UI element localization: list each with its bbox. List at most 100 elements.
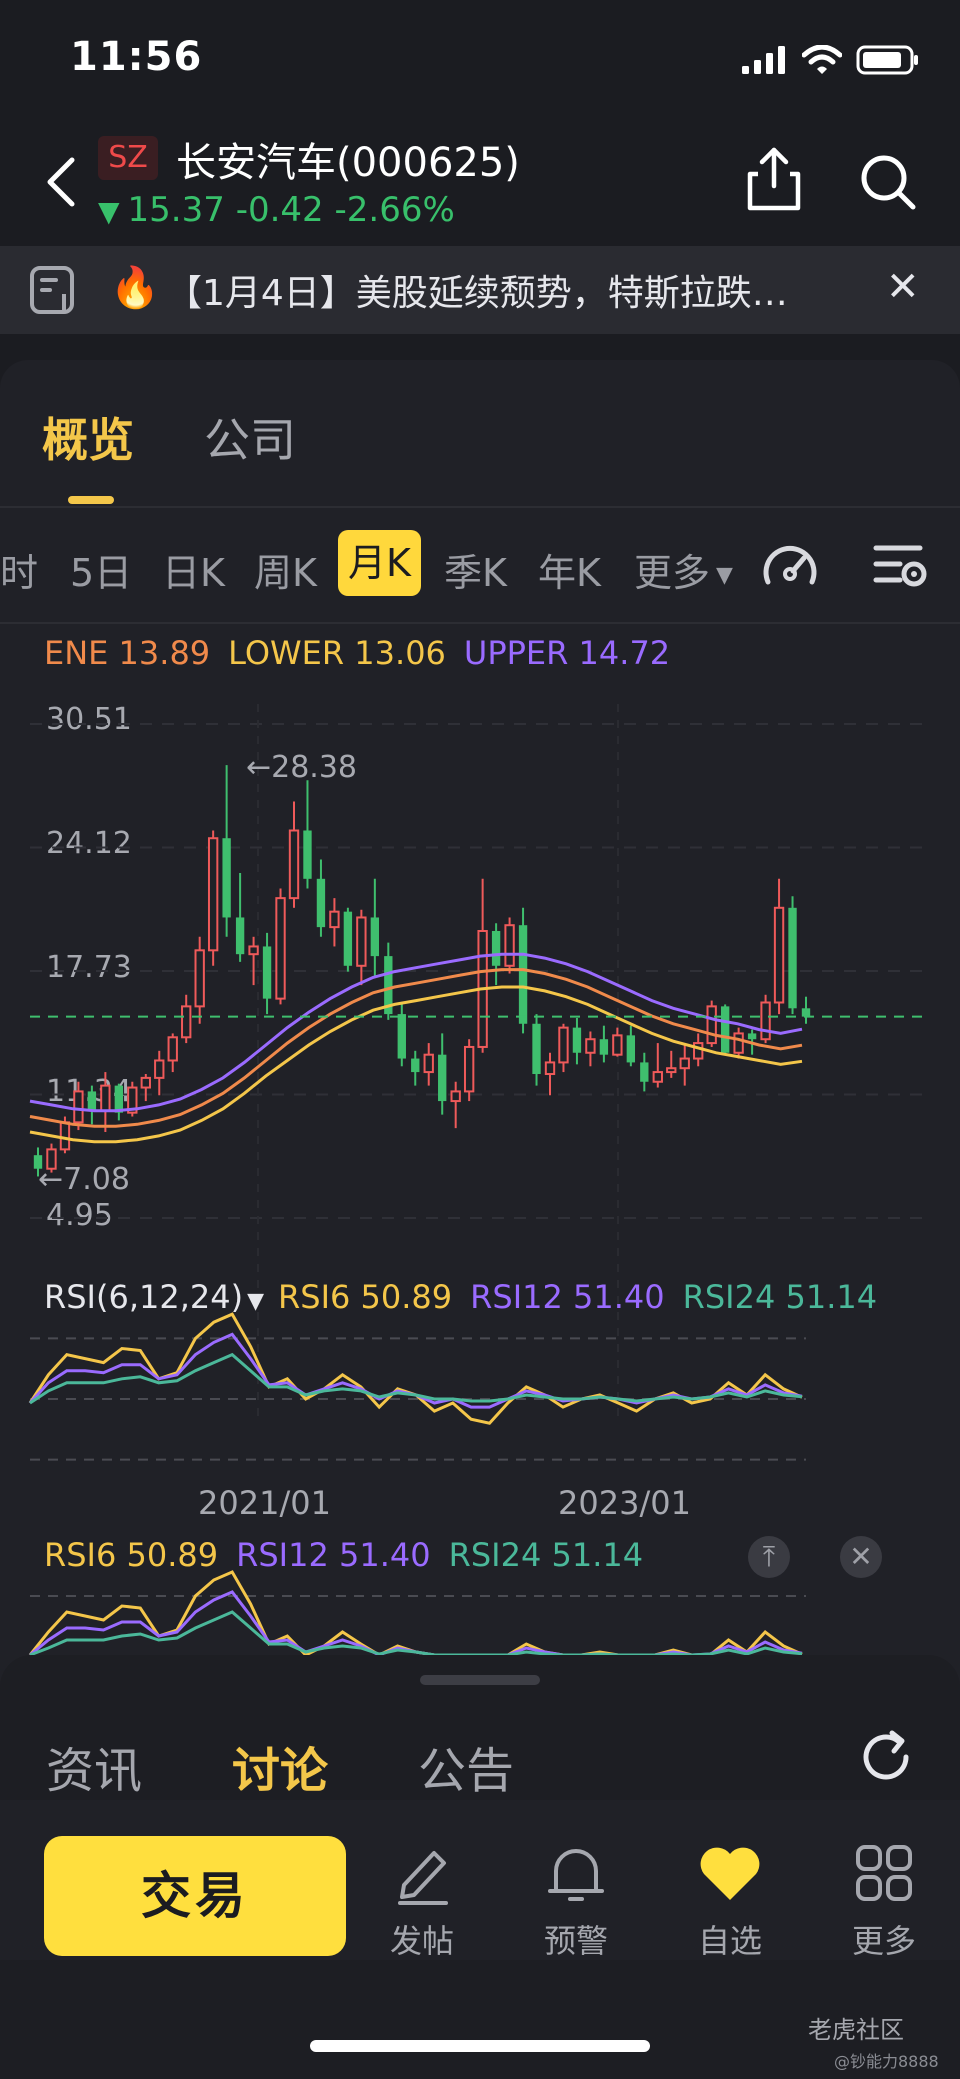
price-change-pct: -2.66% [334,190,455,230]
candle-body [773,906,785,1004]
rsi-line-rsi6 [28,1570,803,1657]
more-button[interactable]: 更多 [824,1836,944,1966]
rsi-indicator-name[interactable]: RSI(6,12,24) [44,1278,243,1316]
candlestick-chart[interactable]: ←28.38 ←7.08 [0,360,960,1660]
candle-body [666,1067,677,1074]
candle-body [572,1027,582,1053]
candle-body [518,925,528,1024]
rsi24-value: RSI24 51.14 [448,1536,644,1574]
rsi6-value: RSI6 50.89 [44,1536,219,1574]
candle-body [397,1014,406,1059]
candle-body [329,910,340,929]
candle-body [411,1058,420,1073]
candle-body [140,1076,151,1089]
rsi12-value: RSI12 51.40 [470,1278,665,1316]
stock-price: 15.37 [127,190,225,230]
candle-body [248,945,259,956]
ene-band-ene [29,968,803,1128]
candle-body [585,1038,596,1054]
news-close-button[interactable]: ✕ [886,264,920,310]
candle-body [87,1091,97,1111]
share-icon[interactable] [744,144,804,214]
candle-body [222,838,231,918]
candle-body [288,829,300,900]
candle-body [262,946,272,999]
search-icon[interactable] [858,152,918,212]
market-badge: SZ [98,136,158,180]
rsi-panel2-legend: RSI6 50.89 RSI12 51.40 RSI24 51.14 [44,1536,643,1574]
post-label: 发帖 [389,1922,454,1960]
rsi-line-rsi24 [29,1352,803,1405]
candle-body [693,1042,704,1060]
rsi-legend[interactable]: RSI(6,12,24) ▼ RSI6 50.89 RSI12 51.40 RSI24 … [44,1278,877,1316]
status-icons [742,44,920,76]
wifi-icon [802,45,842,74]
candle-body [640,1062,649,1082]
rsi-caret-icon[interactable]: ▼ [247,1289,264,1314]
candle-body [491,930,501,966]
price-change: -0.42 [235,190,324,230]
candle-body [275,897,286,1000]
candle-body [114,1085,124,1113]
fire-icon: 🔥 [110,265,160,311]
alert-label: 预警 [543,1922,608,1960]
stock-quote: ▼ 15.37 -0.42 -2.66% [98,190,455,230]
tab-news[interactable]: 资讯 [46,1731,142,1801]
rsi12-value: RSI12 51.40 [236,1536,431,1574]
tab-discussion[interactable]: 讨论 [232,1731,328,1801]
candle-body [706,1005,717,1045]
candle-body [207,837,219,952]
rsi6-value: RSI6 50.89 [278,1278,453,1316]
candle-body [450,1090,461,1103]
candle-body [438,1054,447,1102]
watchlist-button[interactable]: 自选 [670,1836,790,1966]
candle-body [73,1090,84,1124]
close-panel-icon[interactable]: ✕ [840,1536,882,1578]
rsi-line-rsi12 [29,1590,803,1657]
watermark-user: @钞能力8888 [834,2052,939,2071]
more-label: 更多 [851,1922,916,1960]
candle-body [747,1033,757,1040]
candle-body [544,1061,556,1076]
news-banner[interactable]: 🔥 【1月4日】美股延续颓势，特斯拉跌… ✕ [0,246,960,334]
action-bar: 交易 发帖 预警 自选 更多 [0,1800,960,1960]
candle-body [463,1045,475,1093]
candle-body [612,1034,623,1056]
trade-button[interactable]: 交易 [44,1836,346,1956]
x-tick-label: 2021/01 [198,1484,331,1522]
status-time: 11:56 [70,34,203,80]
alert-button[interactable]: 预警 [516,1836,636,1966]
candle-body [235,917,245,955]
refresh-icon[interactable] [856,1727,916,1787]
status-bar: 11:56 [0,0,960,118]
rsi24-value: RSI24 51.14 [682,1278,878,1316]
candle-body [356,916,367,967]
candle-body [626,1035,636,1063]
sheet-drag-handle[interactable] [420,1675,540,1685]
post-button[interactable]: 发帖 [362,1836,482,1966]
pin-top-icon[interactable]: ⤒ [748,1536,790,1578]
candle-body [59,1121,71,1151]
price-down-arrow-icon: ▼ [98,195,120,228]
candle-body [370,917,380,957]
news-document-icon [30,266,74,314]
watermark-brand: 老虎社区 [808,2016,904,2044]
pencil-icon [398,1851,448,1905]
max-price-label: ←28.38 [246,750,357,785]
candle-body [652,1071,663,1083]
bell-icon [548,1849,604,1901]
battery-icon [856,45,918,75]
news-headline[interactable]: 【1月4日】美股延续颓势，特斯拉跌… [166,264,826,316]
candle-body [679,1057,690,1070]
tab-announcements[interactable]: 公告 [418,1731,514,1801]
cellular-signal-icon [742,46,785,74]
heart-icon [700,1847,760,1900]
candle-body [720,1006,730,1053]
candle-body [558,1026,569,1064]
candle-body [504,924,515,967]
candle-body [801,1008,811,1017]
home-indicator[interactable] [310,2040,650,2052]
back-icon[interactable] [38,152,88,212]
watchlist-label: 自选 [697,1922,762,1960]
x-tick-label: 2023/01 [558,1484,691,1522]
